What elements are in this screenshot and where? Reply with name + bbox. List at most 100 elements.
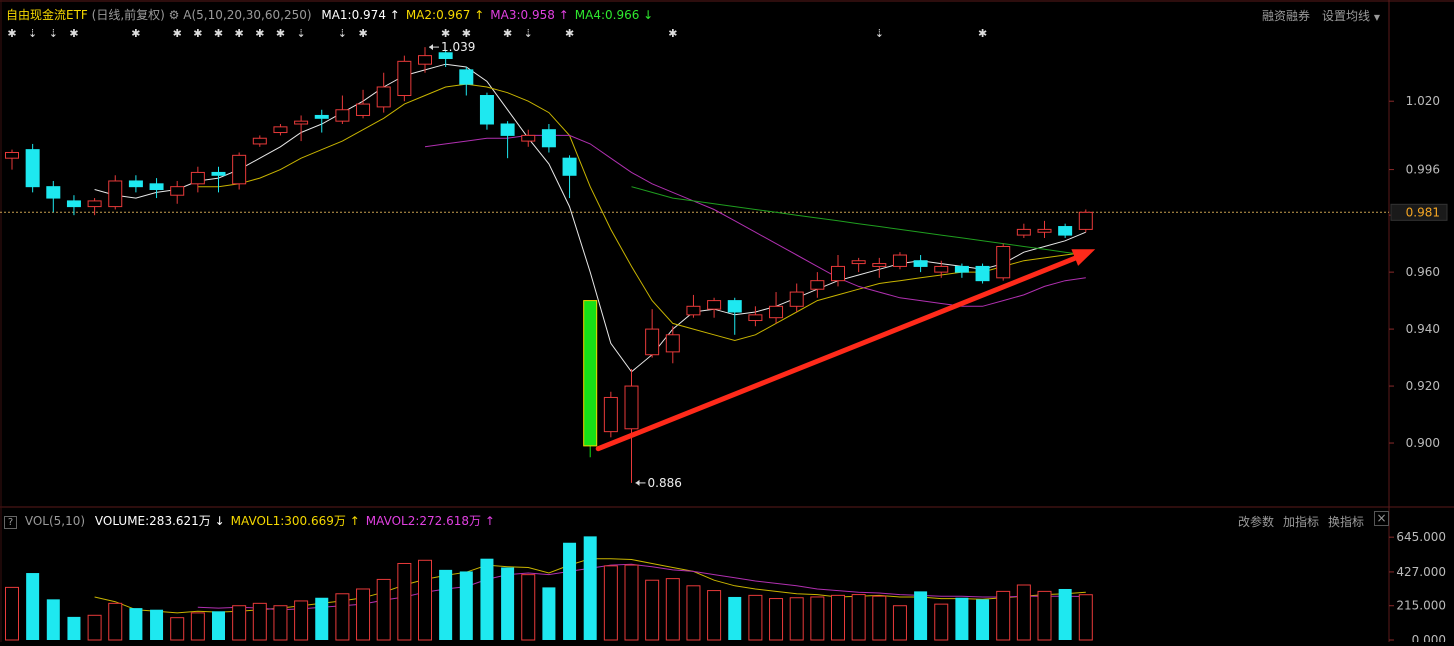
candle-body xyxy=(376,86,391,108)
volume-bar xyxy=(273,605,288,641)
event-marker-icon: ✱ xyxy=(503,27,512,40)
set-ma-button[interactable]: 设置均线 ▼ xyxy=(1322,7,1380,24)
event-marker-icon: ✱ xyxy=(668,27,677,40)
candle-body xyxy=(1058,226,1073,236)
volume-bar xyxy=(190,612,205,641)
candle-body xyxy=(934,265,949,273)
volume-tick-label: 0.000 xyxy=(1412,633,1446,642)
volume-bar xyxy=(521,574,536,641)
volume-bar xyxy=(810,596,825,641)
candle xyxy=(583,300,598,458)
candle xyxy=(707,297,722,318)
volume-bar xyxy=(480,558,494,640)
volume-bar xyxy=(315,597,329,640)
price-tick-label: 0.920 xyxy=(1406,379,1440,393)
volume-bar xyxy=(934,603,949,641)
margin-trading-button[interactable]: 融资融券 xyxy=(1262,7,1310,24)
candle xyxy=(190,166,205,193)
candle xyxy=(211,166,226,193)
volume-bar xyxy=(976,599,990,640)
chart-canvas[interactable]: ✱⇣⇣✱✱✱✱✱✱✱✱⇣⇣✱✱✱✱⇣✱✱⇣✱ 1.0200.9960.9800.… xyxy=(0,0,1454,646)
candle-body xyxy=(108,180,123,208)
candle-body xyxy=(872,263,887,267)
security-title[interactable]: 自由现金流ETF xyxy=(6,8,88,22)
price-axis: 1.0200.9960.9800.9600.9400.9200.9000.981… xyxy=(1389,94,1448,646)
volume-bar xyxy=(501,567,515,640)
ma-line-4 xyxy=(631,186,1086,256)
volume-bar xyxy=(914,591,928,640)
volume-bar xyxy=(108,602,123,641)
candle xyxy=(810,272,825,298)
candle xyxy=(624,368,639,483)
candle-body xyxy=(232,154,247,185)
price-tick-label: 1.020 xyxy=(1406,94,1440,108)
candle-body xyxy=(892,254,907,267)
candle xyxy=(645,309,660,358)
stock-chart[interactable]: ✱⇣⇣✱✱✱✱✱✱✱✱⇣⇣✱✱✱✱⇣✱✱⇣✱ 1.0200.9960.9800.… xyxy=(0,0,1454,646)
event-marker-icon: ⇣ xyxy=(875,27,884,40)
add-indicator-button[interactable]: 加指标 xyxy=(1283,513,1319,530)
volume-bar xyxy=(645,579,660,641)
volume-bar xyxy=(624,564,639,641)
volume-bar xyxy=(397,562,412,641)
candle-body xyxy=(707,300,722,310)
volume-bar xyxy=(665,578,680,641)
event-markers: ✱ ⇣ ⇣ ✱ ✱ ✱ ✱ ✱ ✱ ✱ ✱ ⇣ ⇣ ✱ ✱ ✱ ✱ ⇣ ✱ ✱ ⇣ ✱ xyxy=(7,27,987,40)
candle-body xyxy=(252,137,267,145)
candle xyxy=(356,89,371,119)
candle-body xyxy=(913,260,928,267)
event-marker-icon: ✱ xyxy=(255,27,264,40)
candle-body xyxy=(500,123,515,136)
candle xyxy=(686,294,701,318)
candle xyxy=(87,198,102,216)
candle-body xyxy=(273,126,288,134)
change-params-button[interactable]: 改参数 xyxy=(1238,513,1274,530)
candle-body xyxy=(1037,228,1052,233)
candle-body xyxy=(418,55,432,65)
close-icon[interactable]: × xyxy=(1374,511,1389,526)
candle xyxy=(5,149,19,170)
volume-bar xyxy=(67,616,81,640)
current-price-label: 0.981 xyxy=(1406,205,1440,219)
candle xyxy=(459,67,474,96)
volume-header: ? VOL(5,10) VOLUME:283.621万 ↓ MAVOL1:300.… xyxy=(4,512,495,529)
annotations: 1.039 0.886 xyxy=(429,40,1096,490)
candle-body xyxy=(459,69,474,85)
candle xyxy=(479,92,494,130)
annotation-label: 1.039 xyxy=(441,40,475,54)
volume-bar xyxy=(232,605,247,641)
candle xyxy=(665,326,680,364)
candle-body xyxy=(810,280,825,290)
volume-bar xyxy=(294,600,309,641)
volume-bar xyxy=(996,590,1011,641)
volume-bar xyxy=(26,573,40,640)
candle xyxy=(1037,220,1052,238)
volume-bar xyxy=(150,609,164,640)
candle-body xyxy=(294,120,309,125)
volume-tick-label: 215.000 xyxy=(1396,599,1446,613)
settings-gear-icon[interactable]: ⚙ xyxy=(169,8,180,22)
candle xyxy=(25,143,40,193)
volume-bar xyxy=(1078,594,1093,641)
candle xyxy=(831,255,845,287)
volume-bar xyxy=(459,571,473,640)
volume-bar xyxy=(583,536,597,640)
volume-value-1: VOLUME:283.621万 ↓ xyxy=(94,514,225,528)
candle-body xyxy=(686,305,701,316)
candle-body xyxy=(603,396,618,433)
switch-indicator-button[interactable]: 换指标 xyxy=(1328,513,1364,530)
candle-body xyxy=(789,291,804,307)
volume-bar xyxy=(170,617,185,641)
price-tick-label: 0.940 xyxy=(1406,322,1440,336)
volume-bar xyxy=(563,542,577,640)
volume-bar xyxy=(46,599,60,640)
candle-body xyxy=(46,186,61,199)
candle xyxy=(996,243,1011,281)
annotation-label: 0.886 xyxy=(648,476,682,490)
candle-body xyxy=(335,109,350,122)
help-icon[interactable]: ? xyxy=(4,516,17,529)
trend-arrow-head xyxy=(1071,249,1096,266)
main-header: 自由现金流ETF (日线,前复权) ⚙ A(5,10,20,30,60,250)… xyxy=(6,6,653,23)
volume-bar xyxy=(831,594,845,641)
volume-bar xyxy=(955,597,969,640)
